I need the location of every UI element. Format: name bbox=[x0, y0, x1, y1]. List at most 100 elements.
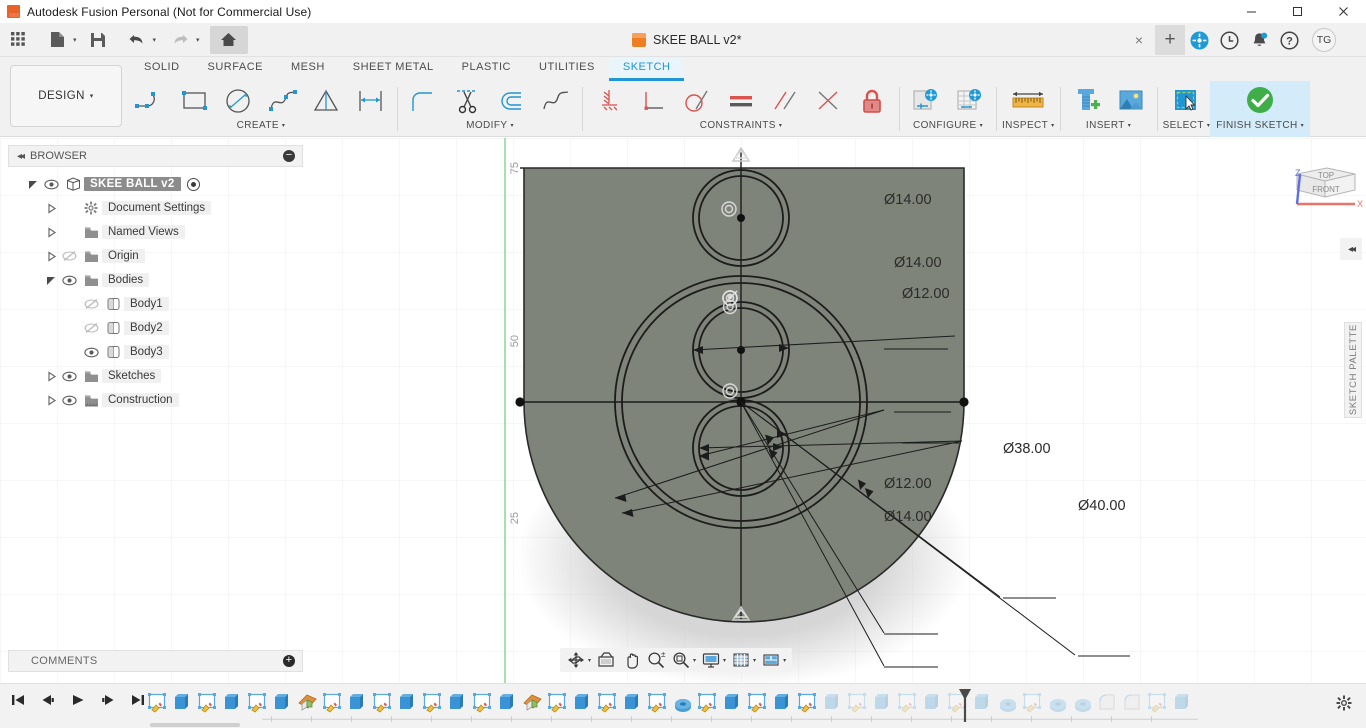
tab-surface[interactable]: SURFACE bbox=[194, 57, 277, 81]
undo-arrow-icon[interactable] bbox=[122, 26, 152, 54]
timeline-feature-extrude-23[interactable] bbox=[720, 689, 745, 715]
scrollbar-thumb[interactable] bbox=[150, 723, 240, 727]
visibility-eye-hidden-icon[interactable] bbox=[80, 298, 102, 310]
tree-node-construction[interactable]: Construction bbox=[8, 388, 303, 412]
timeline-feature-extrude-14[interactable] bbox=[495, 689, 520, 715]
timeline-feature-sketch-24[interactable] bbox=[745, 689, 770, 715]
timeline-feature-extrude-41[interactable] bbox=[1170, 689, 1195, 715]
visibility-eye-icon[interactable] bbox=[58, 275, 80, 286]
view-cube[interactable]: TOP FRONT Z X bbox=[1285, 160, 1363, 220]
line-tool[interactable] bbox=[130, 81, 172, 121]
redo-arrow-icon[interactable] bbox=[165, 26, 195, 54]
play-button[interactable] bbox=[68, 690, 88, 710]
timeline-feature-sketch-40[interactable] bbox=[1145, 689, 1170, 715]
timeline-feature-sketch-35[interactable] bbox=[1020, 689, 1045, 715]
tab-plastic[interactable]: PLASTIC bbox=[448, 57, 525, 81]
tree-node-body2[interactable]: Body2 bbox=[8, 316, 303, 340]
timeline-feature-sketch-22[interactable] bbox=[695, 689, 720, 715]
chevron-down-icon[interactable]: ▾ bbox=[693, 657, 696, 664]
expand-arrow-down-icon[interactable] bbox=[44, 275, 58, 286]
chevron-down-icon[interactable]: ▾ bbox=[783, 657, 786, 664]
document-tab[interactable]: SKEE BALL v2* bbox=[620, 23, 753, 57]
timeline-feature-revolve-34[interactable] bbox=[995, 689, 1020, 715]
timeline-feature-sketch-28[interactable] bbox=[845, 689, 870, 715]
activate-component-radio[interactable] bbox=[186, 177, 200, 191]
timeline-feature-extrude-12[interactable] bbox=[445, 689, 470, 715]
visibility-eye-icon[interactable] bbox=[80, 347, 102, 358]
timeline-feature-extrude-1[interactable] bbox=[170, 689, 195, 715]
dimension-label-bot-12[interactable]: Ø12.00 bbox=[884, 476, 932, 492]
tab-solid[interactable]: SOLID bbox=[130, 57, 194, 81]
configure-table[interactable] bbox=[949, 81, 991, 121]
redo-caret[interactable]: ▾ bbox=[196, 36, 200, 44]
curvature-tool[interactable] bbox=[535, 81, 577, 121]
workspace-selector[interactable]: DESIGN ▾ bbox=[10, 65, 122, 127]
browser-minimize-button[interactable]: − bbox=[283, 150, 295, 162]
tree-node-body3[interactable]: Body3 bbox=[8, 340, 303, 364]
pan-hand-icon[interactable] bbox=[619, 649, 643, 671]
offset-tool[interactable] bbox=[491, 81, 533, 121]
user-avatar[interactable]: TG bbox=[1312, 28, 1336, 52]
new-tab-button[interactable]: + bbox=[1155, 25, 1185, 55]
timeline-settings-gear-icon[interactable] bbox=[1336, 695, 1352, 716]
timeline-feature-sketch-30[interactable] bbox=[895, 689, 920, 715]
configure-feature[interactable] bbox=[905, 81, 947, 121]
save-icon[interactable] bbox=[83, 26, 113, 54]
timeline-feature-extrude-31[interactable] bbox=[920, 689, 945, 715]
zoom-icon[interactable]: ± bbox=[644, 649, 668, 671]
circle-tool[interactable] bbox=[218, 81, 260, 121]
notifications-bell-icon[interactable] bbox=[1248, 29, 1270, 51]
timeline-feature-sketch-0[interactable] bbox=[145, 689, 170, 715]
tree-node-document-settings[interactable]: Document Settings bbox=[8, 196, 303, 220]
fillet-tool[interactable] bbox=[403, 81, 445, 121]
maximize-button[interactable] bbox=[1274, 0, 1320, 23]
timeline-feature-fillet-39[interactable] bbox=[1120, 689, 1145, 715]
panel-constraints-label[interactable]: CONSTRAINTS ▾ bbox=[700, 120, 783, 131]
parallel-constraint[interactable] bbox=[764, 81, 806, 121]
visibility-eye-icon[interactable] bbox=[40, 179, 62, 190]
expand-arrow-down-icon[interactable] bbox=[26, 179, 40, 190]
timeline-feature-sketch-18[interactable] bbox=[595, 689, 620, 715]
timeline-feature-revolve-21[interactable] bbox=[670, 689, 695, 715]
comments-panel-header[interactable]: COMMENTS + bbox=[8, 650, 303, 672]
select-tool[interactable] bbox=[1165, 81, 1207, 121]
measure-tool[interactable] bbox=[1004, 81, 1052, 121]
equal-constraint[interactable] bbox=[720, 81, 762, 121]
orbit-icon[interactable]: ▾ bbox=[564, 649, 593, 671]
dimension-label-top-14[interactable]: Ø14.00 bbox=[884, 192, 932, 208]
extension-manager-icon[interactable] bbox=[1188, 29, 1210, 51]
timeline-feature-sketch-7[interactable] bbox=[320, 689, 345, 715]
panel-select-label[interactable]: SELECT ▾ bbox=[1163, 120, 1211, 131]
timeline-feature-extrude-25[interactable] bbox=[770, 689, 795, 715]
app-grid-icon[interactable] bbox=[3, 26, 33, 54]
undo-caret[interactable]: ▾ bbox=[153, 36, 157, 44]
expand-arrow-right-icon[interactable] bbox=[44, 370, 58, 382]
timeline-feature-sketch-20[interactable] bbox=[645, 689, 670, 715]
panel-finish-sketch[interactable]: FINISH SKETCH ▾ bbox=[1210, 81, 1311, 137]
timeline-feature-plane-15[interactable] bbox=[520, 689, 545, 715]
symmetry-constraint[interactable] bbox=[808, 81, 850, 121]
help-icon[interactable]: ? bbox=[1278, 29, 1300, 51]
panel-configure-label[interactable]: CONFIGURE ▾ bbox=[913, 120, 983, 131]
panel-inspect-label[interactable]: INSPECT ▾ bbox=[1002, 120, 1055, 131]
tab-mesh[interactable]: MESH bbox=[277, 57, 339, 81]
timeline-feature-extrude-3[interactable] bbox=[220, 689, 245, 715]
dimension-label-mid-12[interactable]: Ø12.00 bbox=[902, 286, 950, 302]
tree-node-named-views[interactable]: Named Views bbox=[8, 220, 303, 244]
dimension-label-40[interactable]: Ø40.00 bbox=[1078, 498, 1126, 514]
coincident-constraint[interactable] bbox=[588, 81, 630, 121]
finish-sketch-button[interactable] bbox=[1236, 81, 1284, 121]
tree-node-body1[interactable]: Body1 bbox=[8, 292, 303, 316]
trim-tool[interactable] bbox=[447, 81, 489, 121]
tree-node-bodies[interactable]: Bodies bbox=[8, 268, 303, 292]
step-back-button[interactable] bbox=[38, 690, 58, 710]
spline-tool[interactable] bbox=[262, 81, 304, 121]
panel-modify-label[interactable]: MODIFY ▾ bbox=[466, 120, 514, 131]
new-document-caret[interactable]: ▾ bbox=[73, 36, 77, 44]
horizontal-scrollbar[interactable] bbox=[0, 722, 1366, 728]
timeline-playhead-marker[interactable] bbox=[957, 688, 971, 725]
chevron-down-icon[interactable]: ▾ bbox=[753, 657, 756, 664]
grid-snaps-icon[interactable]: ▾ bbox=[729, 649, 758, 671]
timeline-feature-revolve-37[interactable] bbox=[1070, 689, 1095, 715]
rectangle-tool[interactable] bbox=[174, 81, 216, 121]
